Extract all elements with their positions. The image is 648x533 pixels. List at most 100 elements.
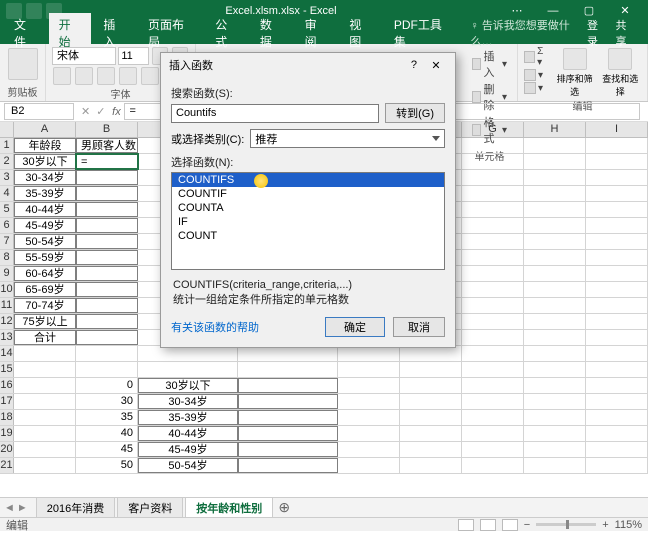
cell[interactable] bbox=[524, 250, 586, 265]
zoom-slider[interactable] bbox=[536, 523, 596, 526]
cell[interactable] bbox=[400, 442, 462, 457]
normal-view-icon[interactable] bbox=[458, 519, 474, 531]
cell[interactable] bbox=[338, 458, 400, 473]
cell[interactable] bbox=[14, 458, 76, 473]
cell[interactable] bbox=[462, 154, 524, 169]
cell[interactable] bbox=[462, 442, 524, 457]
search-function-input[interactable] bbox=[171, 104, 379, 123]
sheet-tab-3[interactable]: 按年龄和性别 bbox=[185, 497, 273, 518]
col-header-g[interactable]: G bbox=[462, 122, 524, 137]
row-header[interactable]: 21 bbox=[0, 458, 14, 473]
cell[interactable] bbox=[462, 330, 524, 345]
cell[interactable] bbox=[524, 410, 586, 425]
cell[interactable]: 50-54岁 bbox=[138, 458, 238, 473]
cell[interactable]: 40-44岁 bbox=[138, 426, 238, 441]
cell[interactable] bbox=[586, 218, 648, 233]
cell[interactable]: 30-34岁 bbox=[14, 170, 76, 185]
cell[interactable] bbox=[338, 442, 400, 457]
row-header[interactable]: 1 bbox=[0, 138, 14, 153]
cell[interactable]: 40-44岁 bbox=[14, 202, 76, 217]
underline-icon[interactable] bbox=[97, 67, 115, 85]
tab-formulas[interactable]: 公式 bbox=[205, 13, 248, 53]
row-header[interactable]: 6 bbox=[0, 218, 14, 233]
cell[interactable]: 30岁以下 bbox=[138, 378, 238, 393]
cell[interactable] bbox=[400, 362, 462, 377]
cell[interactable] bbox=[586, 266, 648, 281]
cell[interactable] bbox=[524, 378, 586, 393]
page-layout-view-icon[interactable] bbox=[480, 519, 496, 531]
cell[interactable] bbox=[524, 426, 586, 441]
cell[interactable] bbox=[524, 282, 586, 297]
cell[interactable] bbox=[462, 314, 524, 329]
cell[interactable] bbox=[524, 138, 586, 153]
cell[interactable] bbox=[524, 458, 586, 473]
col-header-b[interactable]: B bbox=[76, 122, 138, 137]
cell[interactable]: 45-49岁 bbox=[138, 442, 238, 457]
cell[interactable] bbox=[400, 378, 462, 393]
bold-icon[interactable] bbox=[53, 67, 71, 85]
cell[interactable] bbox=[462, 202, 524, 217]
row-header[interactable]: 17 bbox=[0, 394, 14, 409]
function-item-counta[interactable]: COUNTA bbox=[172, 201, 444, 215]
cell[interactable] bbox=[400, 458, 462, 473]
cell[interactable] bbox=[462, 250, 524, 265]
cell[interactable] bbox=[238, 410, 338, 425]
cell[interactable] bbox=[76, 346, 138, 361]
sheet-nav-next-icon[interactable]: ► bbox=[17, 502, 28, 514]
cell[interactable] bbox=[586, 330, 648, 345]
cell[interactable] bbox=[400, 410, 462, 425]
cell[interactable] bbox=[14, 346, 76, 361]
function-item-count[interactable]: COUNT bbox=[172, 229, 444, 243]
cell[interactable]: 合计 bbox=[14, 330, 76, 345]
row-header[interactable]: 7 bbox=[0, 234, 14, 249]
cell[interactable] bbox=[238, 362, 338, 377]
cell[interactable] bbox=[524, 314, 586, 329]
col-header-a[interactable]: A bbox=[14, 122, 76, 137]
cell[interactable] bbox=[586, 378, 648, 393]
cell[interactable] bbox=[462, 282, 524, 297]
cell[interactable] bbox=[238, 394, 338, 409]
page-break-view-icon[interactable] bbox=[502, 519, 518, 531]
tab-view[interactable]: 视图 bbox=[339, 13, 382, 53]
cell[interactable] bbox=[524, 266, 586, 281]
cell[interactable]: 50-54岁 bbox=[14, 234, 76, 249]
cell[interactable]: 35 bbox=[76, 410, 138, 425]
fx-icon[interactable]: fx bbox=[108, 106, 124, 118]
cell[interactable] bbox=[586, 202, 648, 217]
cell[interactable] bbox=[586, 298, 648, 313]
cell[interactable]: 45-49岁 bbox=[14, 218, 76, 233]
cell[interactable] bbox=[462, 170, 524, 185]
cell[interactable] bbox=[462, 186, 524, 201]
cell[interactable] bbox=[14, 378, 76, 393]
cell[interactable] bbox=[586, 170, 648, 185]
cell[interactable] bbox=[524, 394, 586, 409]
cell[interactable] bbox=[524, 234, 586, 249]
cell[interactable] bbox=[76, 314, 138, 329]
cell[interactable]: 45 bbox=[76, 442, 138, 457]
cell[interactable] bbox=[338, 410, 400, 425]
cell[interactable] bbox=[338, 426, 400, 441]
row-header[interactable]: 13 bbox=[0, 330, 14, 345]
cell[interactable]: 0 bbox=[76, 378, 138, 393]
cell[interactable]: 年龄段 bbox=[14, 138, 76, 153]
row-header[interactable]: 11 bbox=[0, 298, 14, 313]
cell[interactable] bbox=[76, 186, 138, 201]
tab-pdf[interactable]: PDF工具集 bbox=[384, 13, 461, 53]
row-header[interactable]: 2 bbox=[0, 154, 14, 169]
cell[interactable] bbox=[138, 346, 238, 361]
fill-icon[interactable] bbox=[524, 69, 536, 81]
cell[interactable] bbox=[238, 458, 338, 473]
cell[interactable] bbox=[462, 266, 524, 281]
sheet-nav-prev-icon[interactable]: ◄ bbox=[4, 502, 15, 514]
row-header[interactable]: 16 bbox=[0, 378, 14, 393]
sheet-tab-2[interactable]: 客户资料 bbox=[117, 497, 183, 518]
zoom-out-button[interactable]: − bbox=[524, 519, 530, 531]
cell[interactable]: = bbox=[76, 154, 138, 169]
function-item-if[interactable]: IF bbox=[172, 215, 444, 229]
tab-review[interactable]: 审阅 bbox=[295, 13, 338, 53]
cell[interactable] bbox=[524, 298, 586, 313]
cell[interactable] bbox=[462, 394, 524, 409]
cell[interactable]: 75岁以上 bbox=[14, 314, 76, 329]
cell[interactable] bbox=[14, 410, 76, 425]
cell[interactable]: 65-69岁 bbox=[14, 282, 76, 297]
